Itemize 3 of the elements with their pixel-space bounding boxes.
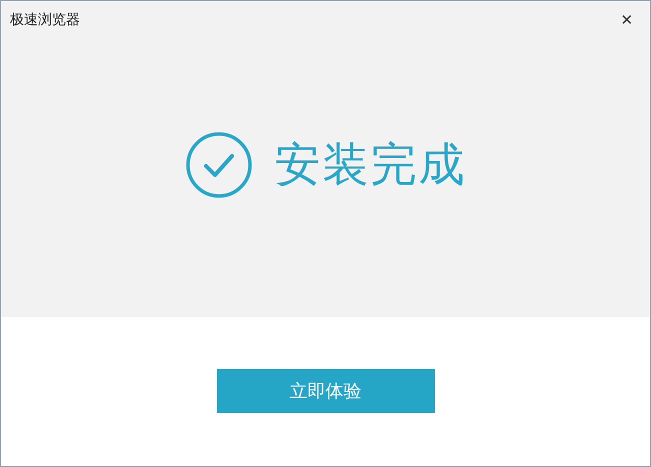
window-title: 极速浏览器 xyxy=(10,11,80,29)
close-button[interactable]: ✕ xyxy=(604,1,650,39)
status-message: 安装完成 xyxy=(274,136,466,193)
